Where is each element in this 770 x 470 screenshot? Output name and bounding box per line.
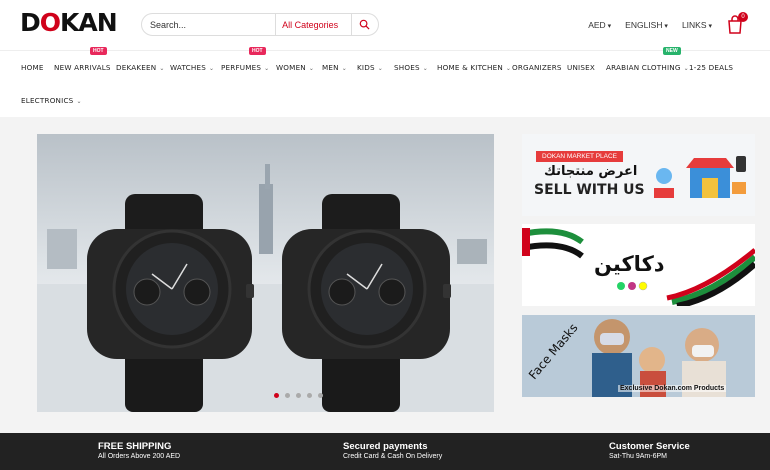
slider-dot[interactable]	[307, 393, 312, 398]
nav-item-kids[interactable]: KIDS ⌄	[357, 63, 383, 72]
sell-with-us-text: SELL WITH US	[534, 182, 645, 198]
nav-item-men[interactable]: MEN ⌄	[322, 63, 347, 72]
feature-title: Secured payments	[343, 441, 428, 452]
feature-customer-service: Customer Service Sat-Thu 9Am-6PM	[609, 441, 690, 460]
main-navigation: HOME HOT NEW ARRIVALS DEKAKEEN ⌄ WATCHES ⌄…	[0, 47, 770, 117]
chevron-down-icon: ⌄	[422, 65, 428, 72]
nav-item-deals[interactable]: 1-25 DEALS	[689, 63, 733, 72]
new-badge: NEW	[663, 47, 681, 55]
hero-slider[interactable]	[37, 134, 494, 412]
hot-badge: HOT	[90, 47, 107, 55]
dakakeen-arabic-logo: دكاكين	[594, 252, 665, 276]
cart-button[interactable]: 0	[726, 12, 748, 36]
chevron-down-icon: ⌄	[341, 65, 347, 72]
feature-title: Customer Service	[609, 441, 690, 452]
chevron-down-icon: ⌄	[264, 65, 270, 72]
slider-dot[interactable]	[285, 393, 290, 398]
nav-item-home[interactable]: HOME	[21, 63, 44, 72]
feature-subtitle: All Orders Above 200 AED	[98, 453, 181, 460]
nav-item-home-kitchen[interactable]: HOME & KITCHEN ⌄	[437, 63, 511, 72]
shop-illustration-icon	[654, 156, 746, 198]
watches-hero-image	[37, 164, 494, 412]
nav-item-dekakeen[interactable]: DEKAKEEN ⌄	[116, 63, 165, 72]
links-menu[interactable]: LINKS	[682, 20, 712, 30]
nav-item-electronics[interactable]: ELECTRONICS ⌄	[21, 96, 82, 105]
chevron-down-icon: ⌄	[505, 65, 512, 72]
nav-item-unisex[interactable]: UNISEX	[567, 63, 595, 72]
feature-title: FREE SHIPPING	[98, 441, 172, 452]
feature-free-shipping: FREE SHIPPING All Orders Above 200 AED	[98, 441, 180, 460]
nav-item-perfumes[interactable]: PERFUMES ⌄	[221, 63, 269, 72]
nav-item-organizers[interactable]: ORGANIZERS	[512, 63, 562, 72]
features-bar: FREE SHIPPING All Orders Above 200 AED S…	[0, 433, 770, 470]
hot-badge: HOT	[249, 47, 266, 55]
chevron-down-icon: ⌄	[76, 98, 82, 105]
face-masks-banner[interactable]: Face Masks Exclusive Dokan.com Products	[522, 315, 755, 397]
category-select[interactable]: All Categories	[276, 20, 350, 30]
feature-secured-payments: Secured payments Credit Card & Cash On D…	[343, 441, 442, 460]
nav-item-new-arrivals[interactable]: NEW ARRIVALS	[54, 63, 111, 72]
market-place-tag: DOKAN MARKET PLACE	[536, 151, 624, 162]
nav-item-women[interactable]: WOMEN ⌄	[276, 63, 314, 72]
nav-item-arabian-clothing[interactable]: ARABIAN CLOTHING ⌄	[606, 63, 689, 72]
slider-dot[interactable]	[296, 393, 301, 398]
chevron-down-icon: ⌄	[159, 65, 165, 72]
header-actions: AED ENGLISH LINKS 0	[588, 12, 748, 36]
logo[interactable]: DOKAN	[20, 8, 118, 37]
chevron-down-icon: ⌄	[208, 65, 215, 72]
feature-subtitle: Credit Card & Cash On Delivery	[343, 453, 443, 460]
slider-dot[interactable]	[274, 393, 279, 398]
feature-subtitle: Sat-Thu 9Am-6PM	[609, 453, 667, 460]
cart-count-badge: 0	[738, 12, 748, 22]
sell-with-us-banner[interactable]: DOKAN MARKET PLACE اعرض منتجاتك SELL WIT…	[522, 134, 755, 216]
search-icon[interactable]	[350, 14, 378, 35]
nav-item-watches[interactable]: WATCHES ⌄	[170, 63, 214, 72]
search-bar: All Categories	[141, 13, 379, 36]
currency-selector[interactable]: AED	[588, 20, 611, 30]
slider-dot[interactable]	[318, 393, 323, 398]
search-input[interactable]	[150, 19, 276, 30]
slider-pagination	[274, 393, 323, 398]
chevron-down-icon: ⌄	[377, 65, 383, 72]
main-content: DOKAN MARKET PLACE اعرض منتجاتك SELL WIT…	[0, 117, 770, 433]
nav-item-shoes[interactable]: SHOES ⌄	[394, 63, 428, 72]
arabic-heading: اعرض منتجاتك	[544, 164, 638, 179]
chevron-down-icon: ⌄	[308, 65, 315, 72]
face-masks-caption: Exclusive Dokan.com Products	[618, 385, 727, 392]
language-selector[interactable]: ENGLISH	[625, 20, 668, 30]
dakakeen-banner[interactable]: دكاكين	[522, 224, 755, 306]
header: DOKAN All Categories AED ENGLISH LINKS 0	[0, 0, 770, 50]
